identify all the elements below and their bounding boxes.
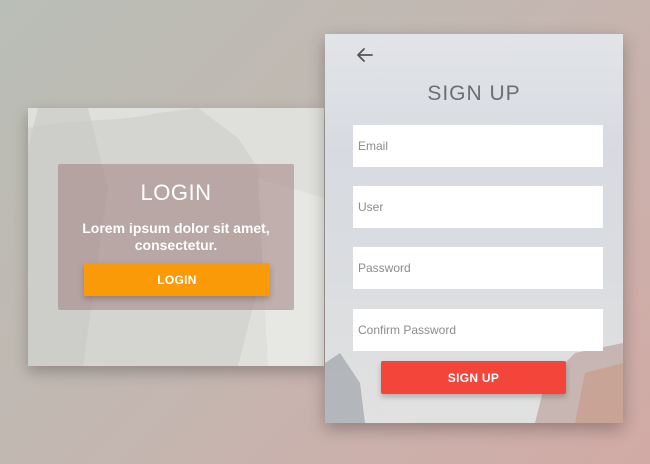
user-field[interactable] [353, 186, 603, 228]
login-card: LOGIN Lorem ipsum dolor sit amet, consec… [28, 108, 324, 366]
signup-card: SIGN UP SIGN UP [325, 34, 623, 423]
login-title: LOGIN [140, 180, 212, 205]
email-field[interactable] [353, 125, 603, 167]
login-button[interactable]: LOGIN [84, 263, 270, 296]
back-arrow-icon[interactable] [355, 45, 375, 65]
login-panel: LOGIN Lorem ipsum dolor sit amet, consec… [58, 164, 294, 310]
signup-button[interactable]: SIGN UP [381, 361, 566, 394]
login-description: Lorem ipsum dolor sit amet, consectetur. [82, 220, 270, 253]
confirm-password-field[interactable] [353, 309, 603, 351]
password-field[interactable] [353, 247, 603, 289]
signup-title: SIGN UP [427, 82, 521, 105]
